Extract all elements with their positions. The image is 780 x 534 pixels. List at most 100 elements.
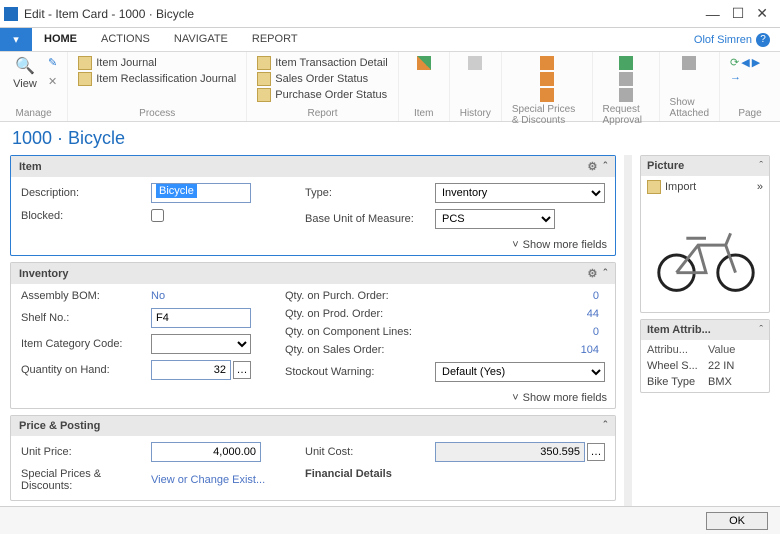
chevron-up-icon[interactable]: ˆ bbox=[759, 324, 763, 336]
ribbon-group-page: ⟳ ◀ ▶ → Page bbox=[720, 52, 780, 121]
tab-navigate[interactable]: NAVIGATE bbox=[162, 28, 240, 51]
refresh-icon[interactable]: ⟳ bbox=[730, 56, 739, 69]
qty-hand-label: Quantity on Hand: bbox=[21, 364, 151, 376]
gear-icon[interactable]: ⚙ bbox=[587, 267, 597, 280]
approval-btn-3[interactable] bbox=[619, 88, 633, 102]
ok-button[interactable]: OK bbox=[706, 512, 768, 530]
chevron-up-icon[interactable]: ˆ bbox=[759, 160, 763, 172]
description-field[interactable]: Bicycle bbox=[151, 183, 251, 203]
category-select[interactable] bbox=[151, 334, 251, 354]
purchase-order-status-button[interactable]: Purchase Order Status bbox=[257, 88, 388, 102]
fasttab-item-title: Item bbox=[19, 161, 581, 173]
main-scrollbar[interactable] bbox=[624, 155, 632, 506]
document-icon bbox=[78, 56, 92, 70]
footer: OK bbox=[0, 506, 780, 534]
item-transaction-detail-button[interactable]: Item Transaction Detail bbox=[257, 56, 388, 70]
qty-purch-value[interactable]: 0 bbox=[435, 290, 605, 302]
chevron-up-icon[interactable]: ˆ bbox=[603, 161, 607, 173]
prices-btn-2[interactable] bbox=[540, 72, 554, 86]
main-content: Item ⚙ ˆ Description: Bicycle Blocked: bbox=[10, 155, 616, 506]
attrib-row-value: BMX bbox=[708, 376, 763, 388]
description-label: Description: bbox=[21, 187, 151, 199]
next-icon[interactable]: ▶ bbox=[752, 56, 760, 69]
item-attributes-header[interactable]: Item Attrib... ˆ bbox=[641, 320, 769, 340]
prev-icon[interactable]: ◀ bbox=[741, 56, 749, 69]
sales-order-status-button[interactable]: Sales Order Status bbox=[257, 72, 388, 86]
goto-icon[interactable]: → bbox=[730, 71, 741, 83]
fasttab-price-posting: Price & Posting ˆ Unit Price: Special Pr… bbox=[10, 415, 616, 501]
fasttab-inventory-header[interactable]: Inventory ⚙ ˆ bbox=[11, 263, 615, 284]
qty-hand-lookup-button[interactable]: … bbox=[233, 361, 251, 379]
show-more-fields-item[interactable]: ˅Show more fields bbox=[11, 237, 615, 255]
import-button[interactable]: Import » bbox=[647, 180, 763, 194]
document-icon bbox=[78, 72, 92, 86]
shelf-label: Shelf No.: bbox=[21, 312, 151, 324]
tab-actions[interactable]: ACTIONS bbox=[89, 28, 162, 51]
qty-sales-value[interactable]: 104 bbox=[435, 344, 605, 356]
application-tab[interactable]: ▾ bbox=[0, 28, 32, 51]
chevron-up-icon[interactable]: ˆ bbox=[603, 420, 607, 432]
tab-home[interactable]: HOME bbox=[32, 28, 89, 51]
stockout-label: Stockout Warning: bbox=[285, 366, 435, 378]
attrib-row-key: Bike Type bbox=[647, 376, 702, 388]
type-select[interactable]: Inventory bbox=[435, 183, 605, 203]
delete-icon[interactable]: ✕ bbox=[48, 75, 57, 88]
unitprice-label: Unit Price: bbox=[21, 446, 151, 458]
document-icon bbox=[257, 72, 271, 86]
blocked-checkbox[interactable] bbox=[151, 209, 164, 222]
qty-comp-label: Qty. on Component Lines: bbox=[285, 326, 435, 338]
show-attached-button[interactable] bbox=[674, 56, 704, 70]
unitcost-field[interactable] bbox=[435, 442, 585, 462]
qty-hand-field[interactable] bbox=[151, 360, 231, 380]
special-prices-link[interactable]: View or Change Exist... bbox=[151, 474, 265, 486]
qty-comp-value[interactable]: 0 bbox=[435, 326, 605, 338]
fasttab-item-header[interactable]: Item ⚙ ˆ bbox=[11, 156, 615, 177]
help-icon[interactable]: ? bbox=[756, 33, 770, 47]
unitcost-lookup-button[interactable]: … bbox=[587, 443, 605, 461]
view-button[interactable]: 🔍 View bbox=[10, 56, 40, 90]
ribbon-report-label: Report bbox=[307, 108, 337, 119]
ribbon-group-manage: 🔍 View ✎ ✕ Manage bbox=[0, 52, 68, 121]
fasttab-price-header[interactable]: Price & Posting ˆ bbox=[11, 416, 615, 436]
qty-sales-label: Qty. on Sales Order: bbox=[285, 344, 435, 356]
ribbon: 🔍 View ✎ ✕ Manage Item Journal Item Recl… bbox=[0, 52, 780, 122]
item-attributes-title: Item Attrib... bbox=[647, 324, 759, 336]
prices-btn-3[interactable] bbox=[540, 88, 554, 102]
category-label: Item Category Code: bbox=[21, 338, 151, 350]
attrib-row-value: 22 IN bbox=[708, 360, 763, 372]
history-button[interactable] bbox=[460, 56, 490, 70]
approval-btn-1[interactable] bbox=[619, 56, 633, 70]
minimize-icon[interactable]: — bbox=[706, 6, 720, 22]
assembly-bom-value[interactable]: No bbox=[151, 290, 165, 302]
fasttab-inventory-title: Inventory bbox=[19, 268, 581, 280]
attrib-row-key: Wheel S... bbox=[647, 360, 702, 372]
item-reclass-journal-button[interactable]: Item Reclassification Journal bbox=[78, 72, 236, 86]
maximize-icon[interactable]: ☐ bbox=[732, 5, 745, 22]
stockout-select[interactable]: Default (Yes) bbox=[435, 362, 605, 382]
gear-icon[interactable]: ⚙ bbox=[587, 160, 597, 173]
baseuom-select[interactable]: PCS bbox=[435, 209, 555, 229]
user-name-link[interactable]: Olof Simren ? bbox=[684, 28, 780, 51]
qty-prod-value[interactable]: 44 bbox=[435, 308, 605, 320]
qty-purch-label: Qty. on Purch. Order: bbox=[285, 290, 435, 302]
ribbon-group-history: History bbox=[450, 52, 502, 121]
item-button[interactable] bbox=[409, 56, 439, 70]
unitprice-field[interactable] bbox=[151, 442, 261, 462]
item-journal-button[interactable]: Item Journal bbox=[78, 56, 236, 70]
approval-btn-2[interactable] bbox=[619, 72, 633, 86]
picture-panel-header[interactable]: Picture ˆ bbox=[641, 156, 769, 176]
tab-report[interactable]: REPORT bbox=[240, 28, 310, 51]
import-label: Import bbox=[665, 181, 696, 193]
ribbon-group-report: Item Transaction Detail Sales Order Stat… bbox=[247, 52, 399, 121]
chevron-up-icon[interactable]: ˆ bbox=[603, 268, 607, 280]
prices-btn-1[interactable] bbox=[540, 56, 554, 70]
shelf-field[interactable] bbox=[151, 308, 251, 328]
chevron-down-icon: ˅ bbox=[512, 239, 518, 251]
close-icon[interactable]: ✕ bbox=[756, 5, 768, 22]
edit-icon[interactable]: ✎ bbox=[48, 56, 57, 69]
financial-details-link[interactable]: Financial Details bbox=[305, 468, 435, 480]
show-more-fields-inventory[interactable]: ˅Show more fields bbox=[11, 390, 615, 408]
blocked-label: Blocked: bbox=[21, 210, 151, 222]
page-title: 1000 · Bicycle bbox=[0, 122, 780, 151]
history-icon bbox=[468, 56, 482, 70]
